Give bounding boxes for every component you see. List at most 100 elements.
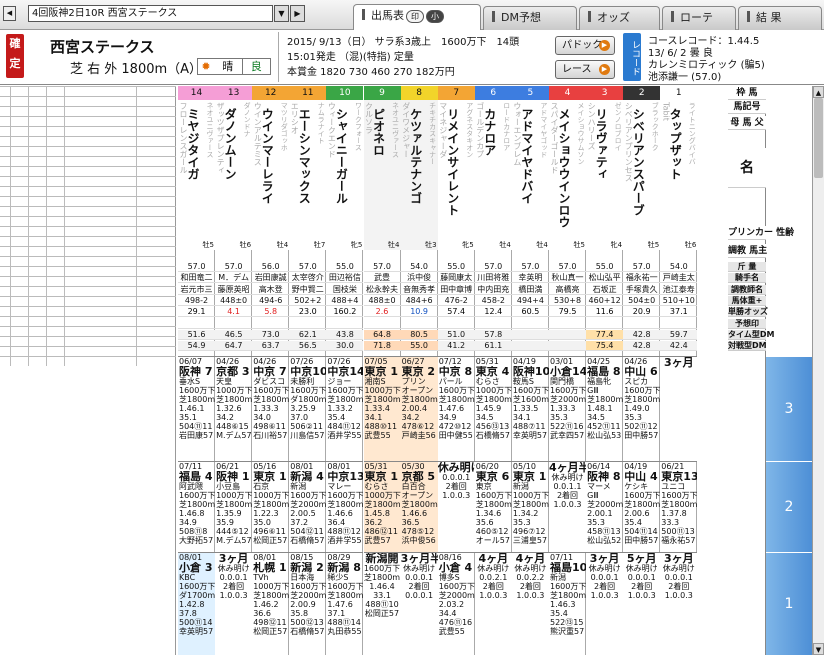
name-area[interactable]: ウォーエンブレム アドマイヤドバイ アドマイヤゴッド 牡4 <box>511 100 549 250</box>
past-race[interactable]: 3ヶ月 休み明け 0.0.0.1 2着回 1.0.0.3 <box>660 552 698 655</box>
past-race[interactable]: 05/10 東京 1 新潟 1000万下 芝1800m 1.34.2 35.3 496⑦12 三… <box>511 461 549 552</box>
scroll-up-icon[interactable]: ▲ <box>813 86 824 98</box>
past-race[interactable]: 08/29 新潟 8 稀少S 1600万下 芝1800m 1.47.6 37.1 488⑪14… <box>326 552 364 655</box>
past-race[interactable]: 4ヶ月 休み明け 0.0.2.2 2着回 1.0.0.3 <box>511 552 549 655</box>
mark-row[interactable] <box>0 156 176 166</box>
past-race[interactable]: 03/01 小倉14 関門橋 1600万下 芝2000m 1.33.3 35.3 522⑪16… <box>549 356 586 461</box>
mark-row[interactable] <box>0 276 176 286</box>
prev-race-arrow-icon[interactable]: ◀ <box>3 6 16 21</box>
past-race[interactable]: 08/15 新潟 2 日本海 1600万下 芝2000m 2.00.9 35.8 500⑫13… <box>289 552 327 655</box>
horse-name[interactable]: ピオネロ <box>372 108 386 156</box>
mark-row[interactable] <box>0 356 176 366</box>
past-race[interactable]: 04/26 中京 7 ダビスコ 1600万下 芝1800m 1.33.3 34.0 498⑥1… <box>252 356 290 461</box>
next-race-arrow-icon[interactable]: ▶ <box>290 5 305 22</box>
past-race[interactable]: 07/26 中京10 未勝利 1600万下 ダ1800m 3.25.9 37.0 506②11… <box>289 356 327 461</box>
scroll-thumb[interactable] <box>814 98 823 178</box>
race-select[interactable]: 4回阪神2日10R 西宮ステークス <box>28 5 273 22</box>
past-race[interactable]: 04/26 中山 6 スピカ 1600万下 芝1800m 1.49.0 35.3 502⑪12… <box>623 356 661 461</box>
horse-name[interactable]: カナロア <box>483 108 497 156</box>
name-area[interactable]: クルソラ ピオネロ ネオユニヴァース 牡4 <box>363 100 401 250</box>
name-area[interactable]: ザッツザプレンティ ダノンムーン ダノンドナ 牡6 <box>215 100 253 250</box>
name-area[interactable]: ウインアルテミス ウインマーレライ マツリダゴッホ 牡4 <box>252 100 290 250</box>
value-mark[interactable] <box>549 319 586 329</box>
past-race[interactable]: 06/27 東京 2 プリン オープン 芝1800m 2.00.4 34.2 478⑥12 戸崎… <box>400 356 438 461</box>
name-area[interactable]: シベリアンプリンセス シベリアンスパーブ ブラックホーク 牡5 <box>623 100 661 250</box>
name-area[interactable]: ダイワメジャー ケツァルテナンゴ チキチカスキャナー 牡3 <box>400 100 438 250</box>
past-race[interactable]: 05/31 東京 4 むらさ 1000万下 芝1800m 1.45.9 34.5 456⑬13… <box>474 356 512 461</box>
past-race[interactable]: 5ヶ月 休み明け 0.0.0.1 2着回 1.0.0.3 <box>623 552 661 655</box>
past-race[interactable]: 06/14 阪神 8 マーメ GⅢ 芝2000m 2.00.1 35.3 458⑪13 松山弘5… <box>586 461 624 552</box>
past-race[interactable]: 04/19 阪神10 鞍馬S 1600万下 芝1600m 1.33.5 34.1 488⑦11… <box>511 356 549 461</box>
mark-row[interactable] <box>0 176 176 186</box>
tab-3[interactable]: ローテ <box>662 6 736 30</box>
past-race[interactable]: 07/05 東京 1 湘南S 1000万下 芝1800m 1.33.4 34.1 488⑩11… <box>363 356 401 461</box>
past-race[interactable]: 3ヶ月 <box>660 356 698 461</box>
horse-name[interactable]: タップザット <box>668 108 682 180</box>
past-race[interactable]: 08/01 中京13 マレー 1600万下 芝1800m 1.46.6 36.4 488⑪12… <box>326 461 364 552</box>
past-race[interactable]: 07/26 中京14 ジョー 1600万下 芝1800m 1.33.2 35.4 484⑪12… <box>326 356 364 461</box>
horse-name[interactable]: ケツァルテナンゴ <box>409 108 423 204</box>
horse-name[interactable]: ダノンムーン <box>223 108 237 180</box>
mark-row[interactable] <box>0 266 176 276</box>
scroll-down-icon[interactable]: ▼ <box>813 643 824 655</box>
past-race[interactable]: 04/19 中山 4 ケシキ 1600万下 芝1800m 2.00.6 35.4 504⑪14… <box>623 461 661 552</box>
past-race[interactable]: 08/16 小倉 4 博多S 1600万下 芝2000m 2.03.2 34.4 476⑪16… <box>437 552 475 655</box>
past-race[interactable]: 06/20 東京 6 東京 1600万下 芝1800m 1.34.6 35.6 460⑤12 オ… <box>474 461 512 552</box>
past-race[interactable]: 06/07 阪神 7 垂水S 1600万下 芝1800m 1.46.1 35.1 504⑪11… <box>178 356 215 461</box>
name-area[interactable]: エリシオ エーシンマックス ナムラナイト 牡7 <box>289 100 327 250</box>
name-area[interactable]: マイネジャーダ リメインサイレント アグネスタキオン 牝5 <box>437 100 475 250</box>
value-mark[interactable] <box>289 319 327 329</box>
past-race[interactable]: 07/12 中京 8 パール 1600万下 芝1800m 1.47.6 34.9 472⑩12… <box>437 356 475 461</box>
past-race[interactable]: 07/11 福島 4 阿武隈 1600万下 芝1800m 1.46.8 34.9 508⑪8 大… <box>178 461 215 552</box>
tab-1[interactable]: DM予想 <box>483 6 577 30</box>
past-race[interactable]: 4ヶ月 休み明け 0.0.2.1 2着回 1.0.0.3 <box>474 552 512 655</box>
value-mark[interactable] <box>178 319 215 329</box>
name-area[interactable]: シンハリーズ リラヴァティ ゼンノロブロイ 牝4 <box>586 100 624 250</box>
value-mark[interactable] <box>215 319 253 329</box>
mark-row[interactable] <box>0 246 176 256</box>
past-race[interactable]: 05/31 東京 1 むらさ 1000万下 芝1800m 1.45.8 36.2 486⑫11… <box>363 461 401 552</box>
value-mark[interactable] <box>400 319 438 329</box>
mark-row[interactable] <box>0 116 176 126</box>
past-race[interactable]: 05/30 京都 5 白百合 オープン 芝1800m 1.46.6 36.5 478⑤12 浜中… <box>400 461 438 552</box>
mark-row[interactable] <box>0 206 176 216</box>
past-race[interactable]: 3ヶ月 休み明け 0.0.0.1 2着回 1.0.0.3 <box>215 552 253 655</box>
value-mark[interactable] <box>586 319 624 329</box>
past-race[interactable]: 05/16 東京 1 石京 1000万下 芝1800m 1.22.3 35.0 496⑥11 松… <box>252 461 290 552</box>
mark-row[interactable] <box>0 166 176 176</box>
horse-name[interactable]: アドマイヤドバイ <box>520 108 534 204</box>
past-race[interactable]: 3ヶ月半 休み明け 0.0.0.1 2着回 0.0.0.1 <box>400 552 438 655</box>
past-race[interactable]: 新潟開 1600万下 芝1800m 1.46.4 33.1 488⑪10 松岡正57 <box>363 552 401 655</box>
mark-row[interactable] <box>0 126 176 136</box>
value-mark[interactable] <box>326 319 364 329</box>
vertical-scrollbar[interactable]: ▲ ▼ <box>812 86 824 655</box>
mark-row[interactable] <box>0 136 176 146</box>
past-race[interactable]: 04/25 福島 8 福島牝 GⅢ 芝1800m 1.48.1 34.5 452⑪11 松山弘5… <box>586 356 624 461</box>
value-mark[interactable] <box>474 319 512 329</box>
horse-name[interactable]: ウインマーレライ <box>260 108 274 204</box>
value-mark[interactable] <box>437 319 475 329</box>
mark-row[interactable] <box>0 286 176 296</box>
horse-name[interactable]: リラヴァティ <box>594 108 608 180</box>
horse-name[interactable]: リメインサイレント <box>446 108 460 216</box>
value-mark[interactable] <box>363 319 401 329</box>
mark-row[interactable] <box>0 306 176 316</box>
horse-name[interactable]: メイショウウインロウ <box>557 108 571 228</box>
mark-row[interactable] <box>0 236 176 246</box>
race-video-button[interactable]: レース ▶ <box>555 60 615 79</box>
mark-row[interactable] <box>0 256 176 266</box>
mark-row[interactable] <box>0 346 176 356</box>
mark-row[interactable] <box>0 96 176 106</box>
past-race[interactable]: 06/21 阪神 1 小豆島 1000万下 芝1800m 1.35.9 35.9 444⑤12… <box>215 461 253 552</box>
mark-row[interactable] <box>0 86 176 96</box>
past-race[interactable]: 04/26 京都 3 天皇 1000万下 芝1800m 1.32.6 34.2 448⑥15 M… <box>215 356 253 461</box>
mark-row[interactable] <box>0 216 176 226</box>
paddock-button[interactable]: パドック ▶ <box>555 36 615 55</box>
name-area[interactable]: Tabit タップザット ライトニングバイバ 牡6 <box>660 100 698 250</box>
mark-row[interactable] <box>0 326 176 336</box>
past-race[interactable]: 08/01 小倉 3 KBC 1600万下 ダ1700m 1.42.8 37.8 500⑪14… <box>178 552 215 655</box>
value-mark[interactable] <box>511 319 549 329</box>
mark-row[interactable] <box>0 336 176 346</box>
horse-name[interactable]: シベリアンスパーブ <box>631 108 645 216</box>
value-mark[interactable] <box>660 319 698 329</box>
